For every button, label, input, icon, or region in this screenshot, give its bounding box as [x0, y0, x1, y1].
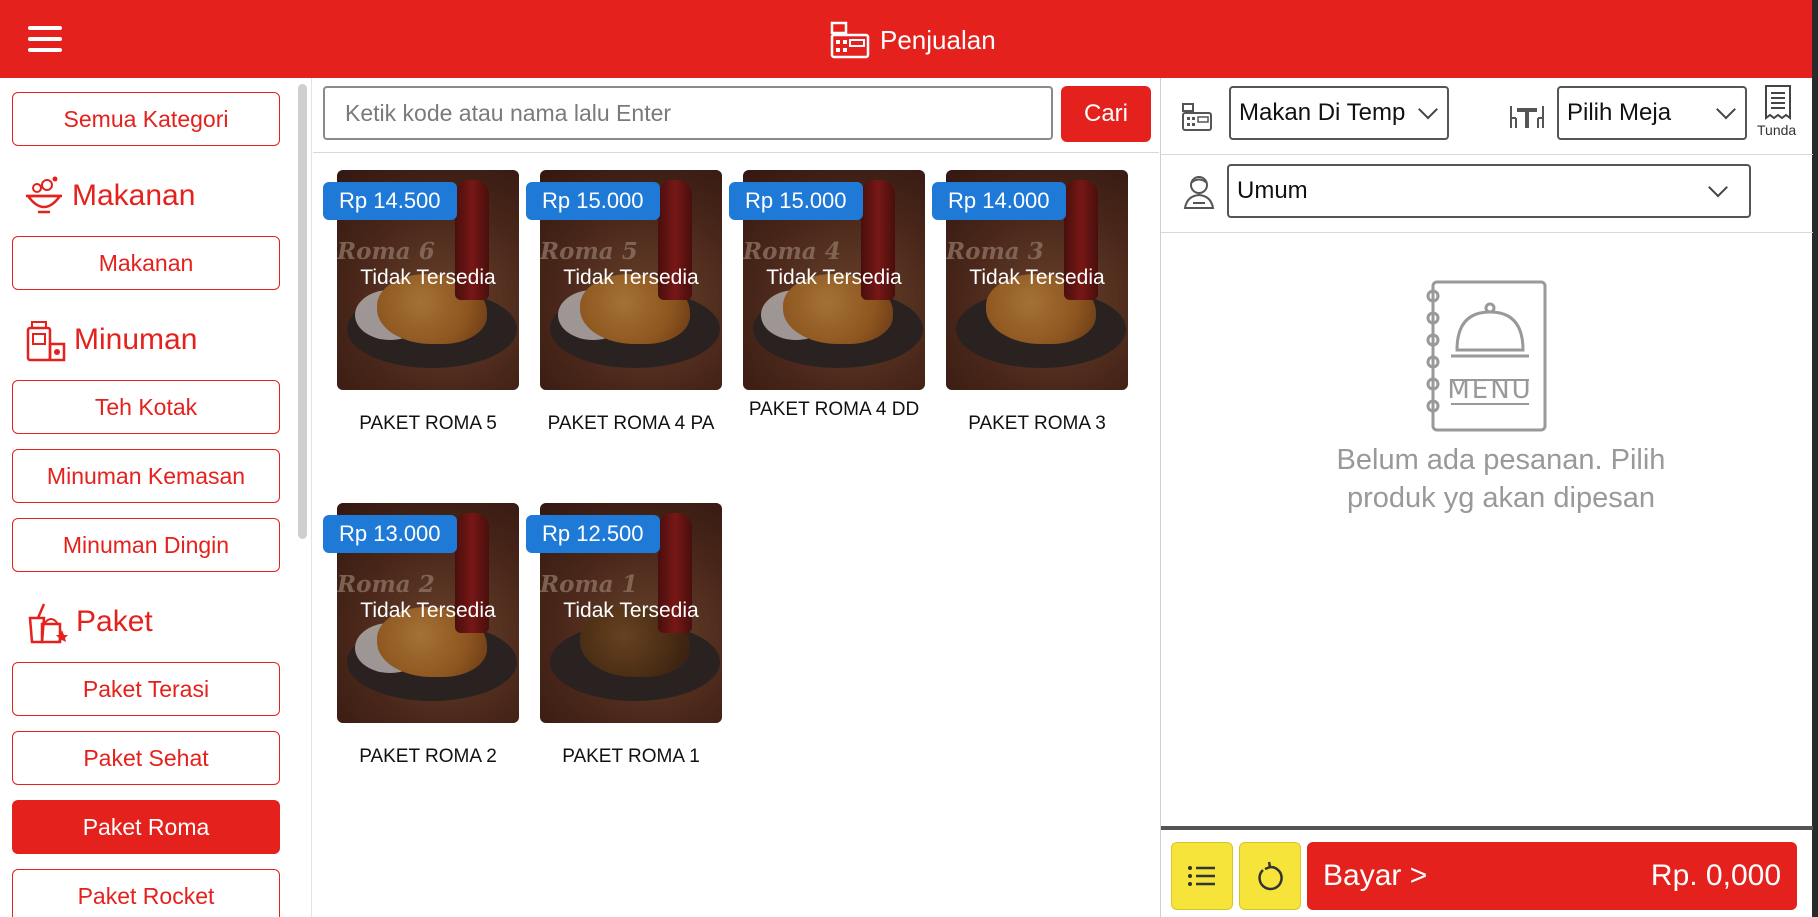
- top-bar: Penjualan: [0, 0, 1812, 78]
- chevron-down-icon: [1716, 99, 1736, 120]
- table-icon: [1510, 106, 1544, 128]
- hamburger-icon[interactable]: [28, 26, 62, 52]
- sidebar-scrollbar[interactable]: [298, 84, 307, 539]
- category-paket-roma-button[interactable]: Paket Roma: [12, 800, 280, 854]
- price-badge: Rp 14.000: [932, 182, 1066, 220]
- pay-button[interactable]: Bayar > Rp. 0,000: [1307, 842, 1797, 910]
- product-name: PAKET ROMA 2: [359, 746, 497, 767]
- availability-label: Tidak Tersedia: [360, 599, 496, 622]
- category-teh-kotak-button[interactable]: Teh Kotak: [12, 380, 280, 434]
- order-type-select[interactable]: Makan Di Temp: [1229, 86, 1449, 140]
- availability-label: Tidak Tersedia: [360, 266, 496, 289]
- price-badge: Rp 15.000: [729, 182, 863, 220]
- order-type-value: Makan Di Temp: [1239, 99, 1406, 126]
- category-paket-sehat-button[interactable]: Paket Sehat: [12, 731, 280, 785]
- price-badge: Rp 15.000: [526, 182, 660, 220]
- product-area: Cari Roma 6 Tidak Tersedia Rp 14.500 PAK…: [313, 78, 1159, 917]
- chevron-down-icon: [1418, 99, 1438, 120]
- page-title: Penjualan: [880, 24, 996, 55]
- group-name: Minuman: [74, 323, 198, 356]
- product-name: PAKET ROMA 4 DD: [748, 399, 920, 420]
- order-total: Rp. 0,000: [1650, 859, 1781, 892]
- window-edge: [1812, 0, 1818, 917]
- divider: [313, 152, 1159, 153]
- availability-label: Tidak Tersedia: [563, 266, 699, 289]
- footer-divider: [1161, 826, 1813, 830]
- order-list-button[interactable]: [1171, 842, 1233, 910]
- product-name: PAKET ROMA 3: [968, 413, 1106, 434]
- group-heading-makanan: Makanan: [24, 174, 195, 218]
- drink-icon: [26, 321, 66, 362]
- group-heading-paket: Paket: [24, 600, 153, 644]
- order-panel: Makan Di Temp Pilih Meja Tunda Umum MENU…: [1160, 78, 1813, 917]
- list-icon: [1188, 866, 1215, 886]
- search-button[interactable]: Cari: [1061, 86, 1151, 142]
- category-minuman-dingin-button[interactable]: Minuman Dingin: [12, 518, 280, 572]
- tunda-label[interactable]: Tunda: [1757, 122, 1796, 138]
- receipt-icon[interactable]: [1762, 84, 1794, 120]
- cash-register-icon: [830, 21, 870, 59]
- customer-select[interactable]: Umum: [1227, 164, 1751, 218]
- category-makanan-button[interactable]: Makanan: [12, 236, 280, 290]
- menu-book-icon: MENU: [1426, 280, 1547, 432]
- divider: [1161, 232, 1813, 233]
- empty-order-message: Belum ada pesanan. Pilih produk yg akan …: [1336, 444, 1666, 514]
- refresh-icon: [1258, 861, 1283, 891]
- availability-label: Tidak Tersedia: [766, 266, 902, 289]
- page-header: Penjualan: [830, 20, 996, 60]
- divider: [1161, 154, 1813, 155]
- category-paket-terasi-button[interactable]: Paket Terasi: [12, 662, 280, 716]
- category-all-button[interactable]: Semua Kategori: [12, 92, 280, 146]
- group-heading-minuman: Minuman: [24, 318, 197, 362]
- reset-button[interactable]: [1239, 842, 1301, 910]
- cash-register-icon: [1182, 103, 1212, 131]
- product-name: PAKET ROMA 1: [562, 746, 700, 767]
- chevron-down-icon: [1708, 177, 1728, 198]
- price-badge: Rp 12.500: [526, 515, 660, 553]
- product-name: PAKET ROMA 5: [359, 413, 497, 434]
- group-name: Makanan: [72, 179, 196, 212]
- category-sidebar: Semua Kategori Makanan Makanan Minuman T…: [0, 78, 312, 917]
- category-paket-rocket-button[interactable]: Paket Rocket: [12, 869, 280, 917]
- customer-icon: [1183, 176, 1215, 209]
- group-name: Paket: [76, 605, 153, 638]
- category-minuman-kemasan-button[interactable]: Minuman Kemasan: [12, 449, 280, 503]
- table-value: Pilih Meja: [1567, 99, 1672, 126]
- search-input[interactable]: [323, 86, 1053, 140]
- availability-label: Tidak Tersedia: [969, 266, 1105, 289]
- product-name: PAKET ROMA 4 PA: [547, 413, 715, 434]
- table-select[interactable]: Pilih Meja: [1557, 86, 1747, 140]
- pay-label: Bayar >: [1323, 859, 1428, 892]
- price-badge: Rp 14.500: [323, 182, 457, 220]
- price-badge: Rp 13.000: [323, 515, 457, 553]
- customer-value: Umum: [1237, 177, 1308, 204]
- package-meal-icon: [28, 603, 68, 644]
- availability-label: Tidak Tersedia: [563, 599, 699, 622]
- food-bowl-icon: [25, 176, 63, 214]
